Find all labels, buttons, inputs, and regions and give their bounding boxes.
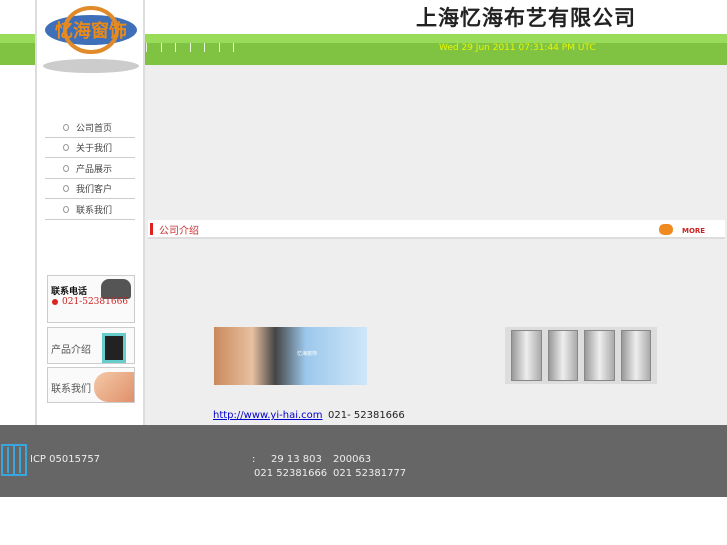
nav-separators	[146, 43, 234, 52]
sidebar-item-home[interactable]: 公司首页	[45, 118, 135, 138]
curtain-products-image	[505, 327, 657, 384]
icp-number: ICP 05015757	[30, 454, 101, 465]
menu-label: 公司首页	[76, 124, 113, 134]
footer-colon: :	[252, 454, 256, 465]
sidebar-item-contact[interactable]: 联系我们	[45, 200, 135, 220]
logo[interactable]: 忆海窗饰	[38, 4, 144, 74]
sidebar-item-about[interactable]: 关于我们	[45, 138, 135, 158]
more-link[interactable]: MORE	[682, 227, 705, 235]
footer-address: 29 13 803	[271, 454, 322, 465]
product-label: 产品介绍	[51, 345, 91, 356]
menu-label: 联系我们	[76, 206, 113, 216]
section-header	[148, 220, 725, 239]
menu-label: 关于我们	[76, 144, 113, 154]
pin-icon	[63, 185, 69, 192]
date-display: Wed 29 Jun 2011 07:31:44 PM UTC	[439, 43, 596, 53]
section-title: 公司介绍	[159, 226, 199, 237]
pin-icon	[63, 144, 69, 151]
police-badge-icon	[1, 444, 27, 476]
product-intro-box[interactable]: 产品介绍	[47, 327, 135, 364]
website-link[interactable]: http://www.yi-hai.com	[213, 410, 323, 421]
contact-us-label: 联系我们	[51, 384, 91, 395]
company-title: 上海忆海布艺有限公司	[416, 6, 636, 30]
contact-phone-box[interactable]: 联系电话 021-52381666	[47, 275, 135, 323]
menu-label: 我们客户	[76, 185, 113, 195]
hand-www-icon	[94, 372, 134, 402]
pin-icon	[63, 206, 69, 213]
pin-icon	[63, 124, 69, 131]
main-phone: 021- 52381666	[328, 410, 405, 421]
contact-phone: 021-52381666	[62, 297, 129, 307]
svg-text:忆海窗饰: 忆海窗饰	[55, 20, 127, 42]
footer-phone: 021 52381666	[254, 468, 328, 479]
sidebar-item-clients[interactable]: 我们客户	[45, 179, 135, 199]
banner-image-phone: 忆海窗饰	[214, 327, 367, 385]
contact-title: 联系电话	[51, 287, 88, 297]
tablet-icon	[102, 333, 126, 363]
sidebar-item-products[interactable]: 产品展示	[45, 159, 135, 179]
menu-label: 产品展示	[76, 165, 113, 175]
footer-postcode: 200063	[333, 454, 372, 465]
telephone-icon	[101, 279, 131, 299]
more-icon	[659, 224, 673, 235]
image-caption: 忆海窗饰	[297, 351, 318, 357]
footer: ICP 05015757 : 29 13 803 200063 021 5238…	[0, 425, 727, 497]
phone-dot-icon	[52, 299, 58, 305]
footer-fax: 021 52381777	[333, 468, 407, 479]
contact-us-box[interactable]: 联系我们	[47, 367, 135, 403]
pin-icon	[63, 165, 69, 172]
